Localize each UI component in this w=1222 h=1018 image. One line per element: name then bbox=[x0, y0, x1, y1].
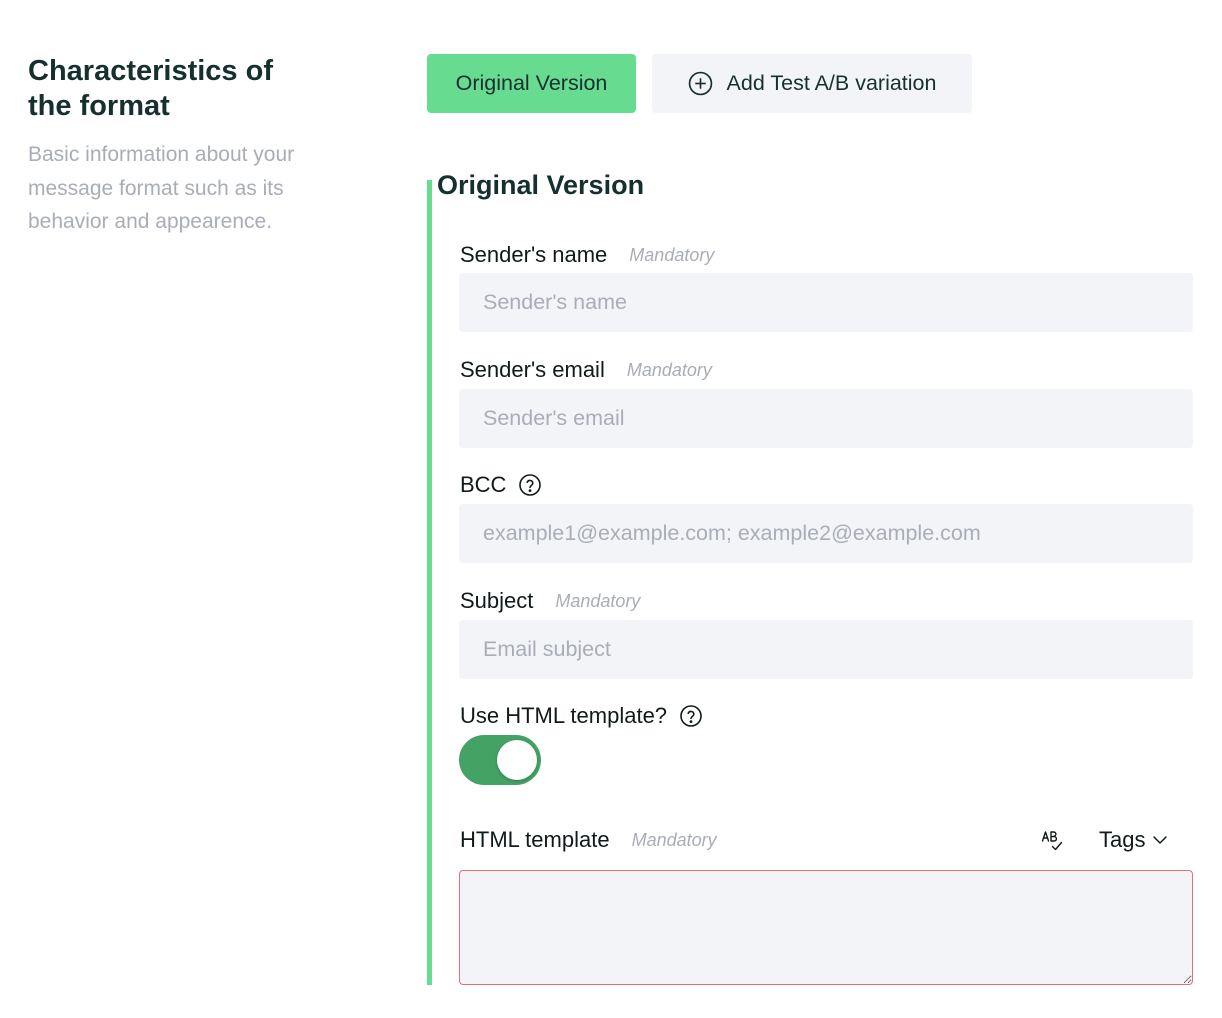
chevron-down-icon bbox=[1152, 832, 1168, 848]
toggle-knob bbox=[497, 740, 537, 780]
use-html-template-label-row: Use HTML template? bbox=[460, 702, 703, 730]
sender-name-label: Sender's name bbox=[460, 242, 608, 267]
tags-label: Tags bbox=[1099, 827, 1146, 852]
intro-description: Basic information about your message for… bbox=[28, 143, 295, 233]
original-version-button[interactable]: Original Version bbox=[427, 54, 636, 113]
spellcheck-icon[interactable] bbox=[1040, 829, 1064, 858]
html-template-help-icon[interactable] bbox=[679, 704, 703, 728]
sender-email-mandatory: Mandatory bbox=[626, 360, 712, 380]
subject-label: Subject bbox=[460, 588, 534, 613]
page: Characteristics of the format Basic info… bbox=[0, 0, 1222, 1018]
sender-email-label-row: Sender's email Mandatory bbox=[460, 356, 712, 384]
section-accent-bar bbox=[427, 180, 432, 985]
intro-title: Characteristics of the format bbox=[28, 55, 273, 122]
bcc-label-row: BCC bbox=[460, 471, 542, 499]
html-template-label-row: HTML template Mandatory bbox=[460, 826, 717, 854]
sender-email-input[interactable] bbox=[459, 389, 1193, 448]
subject-label-row: Subject Mandatory bbox=[460, 587, 640, 615]
plus-circle-icon bbox=[688, 71, 713, 96]
sender-email-label: Sender's email bbox=[460, 357, 605, 382]
bcc-input[interactable] bbox=[459, 504, 1193, 563]
bcc-label: BCC bbox=[460, 472, 507, 497]
add-ab-variation-label: Add Test A/B variation bbox=[726, 71, 937, 95]
add-ab-variation-button[interactable]: Add Test A/B variation bbox=[652, 54, 972, 113]
use-html-template-toggle[interactable] bbox=[459, 735, 541, 785]
bcc-help-icon[interactable] bbox=[518, 473, 542, 497]
original-version-label: Original Version bbox=[455, 71, 608, 95]
sender-name-input[interactable] bbox=[459, 273, 1193, 332]
use-html-template-label: Use HTML template? bbox=[460, 703, 668, 728]
html-template-label: HTML template bbox=[460, 827, 610, 852]
subject-input[interactable] bbox=[459, 620, 1193, 679]
html-template-textarea[interactable] bbox=[459, 870, 1193, 985]
subject-mandatory: Mandatory bbox=[555, 591, 641, 611]
format-intro: Characteristics of the format Basic info… bbox=[28, 54, 298, 239]
section-title: Original Version bbox=[437, 170, 645, 200]
sender-name-label-row: Sender's name Mandatory bbox=[460, 241, 714, 269]
tags-dropdown[interactable]: Tags bbox=[1099, 826, 1168, 854]
sender-name-mandatory: Mandatory bbox=[629, 245, 715, 265]
html-template-mandatory: Mandatory bbox=[631, 830, 717, 850]
